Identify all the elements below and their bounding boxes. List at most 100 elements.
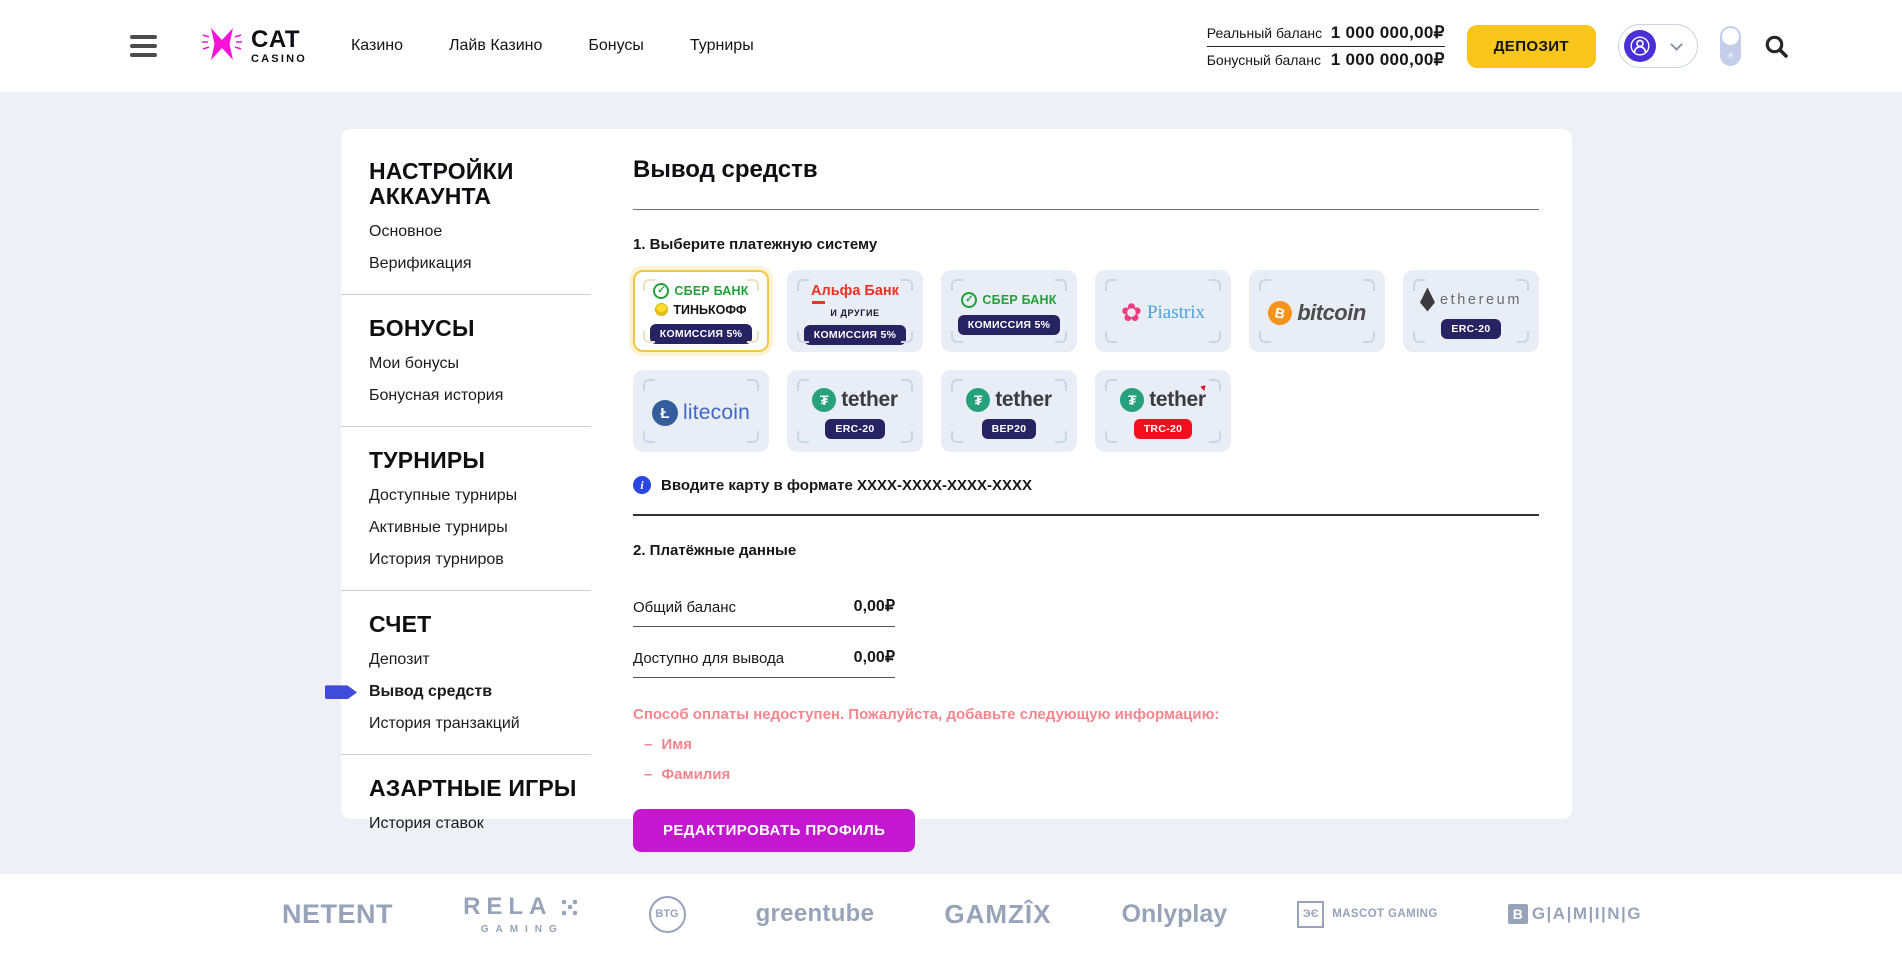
tile-label: ethereum: [1440, 292, 1522, 308]
bitcoin-icon: B: [1266, 299, 1294, 327]
sidebar-section-title-tournaments: ТУРНИРЫ: [369, 448, 591, 473]
bonus-balance-row: Бонусный баланс 1 000 000,00₽: [1207, 47, 1445, 73]
litecoin-icon: Ł: [652, 400, 678, 426]
account-sidebar: НАСТРОЙКИ АККАУНТА Основное Верификация …: [341, 129, 591, 819]
sidebar-item-bonus-history[interactable]: Бонусная история: [369, 386, 503, 405]
ethereum-icon: [1420, 288, 1435, 312]
provider-logo-mascot-gaming: ЭЄ MASCOT GAMING: [1297, 901, 1438, 928]
card-format-note: i Вводите карту в формате XXXX-XXXX-XXXX…: [633, 476, 1539, 494]
sberbank-icon: ✓: [961, 292, 977, 308]
sidebar-divider: [341, 294, 591, 295]
tether-icon: ₮: [1120, 388, 1144, 412]
deposit-button[interactable]: ДЕПОЗИТ: [1467, 25, 1596, 68]
tile-label: tether: [995, 388, 1052, 412]
alfabank-underline-icon: [812, 301, 825, 304]
payment-balances: Общий баланс 0,00₽ Доступно для вывода 0…: [633, 576, 895, 678]
chevron-down-icon: [1670, 38, 1683, 51]
sberbank-icon: ✓: [653, 283, 669, 299]
total-balance-value: 0,00₽: [854, 596, 895, 616]
nav-live-casino[interactable]: Лайв Казино: [449, 37, 542, 55]
divider: [633, 514, 1539, 516]
sidebar-divider: [341, 426, 591, 427]
sidebar-section-title-account: СЧЕТ: [369, 612, 591, 637]
sidebar-item-bet-history[interactable]: История ставок: [369, 814, 484, 833]
logo-title: CAT: [251, 28, 307, 52]
logo-subtitle: CASINO: [251, 54, 307, 65]
payment-tile-litecoin[interactable]: Łlitecoin: [633, 370, 769, 452]
tile-label: litecoin: [683, 401, 750, 425]
toggle-knob: [1722, 28, 1739, 45]
sidebar-item-transaction-history[interactable]: История транзакций: [369, 714, 520, 733]
tether-icon: ₮: [966, 388, 990, 412]
provider-logo-bgaming: B G|A|M|I|N|G: [1508, 904, 1642, 924]
theme-toggle[interactable]: ☀: [1720, 26, 1741, 66]
bgaming-b-icon: B: [1508, 904, 1528, 924]
commission-badge: КОМИССИЯ 5%: [650, 324, 753, 344]
edit-profile-button[interactable]: РЕДАКТИРОВАТЬ ПРОФИЛЬ: [633, 809, 915, 852]
provider-logo-relax-gaming: RELA GAMING: [463, 893, 578, 935]
payment-tile-tether-bep20[interactable]: ₮tether BEP20: [941, 370, 1077, 452]
top-header: CAT CASINO Казино Лайв Казино Бонусы Тур…: [0, 0, 1902, 92]
tile-label: СБЕР БАНК: [674, 284, 748, 298]
tile-label: tether: [1149, 388, 1206, 412]
cat-casino-logo[interactable]: CAT CASINO: [201, 23, 307, 70]
relax-dots-icon: [561, 899, 578, 916]
payment-tile-alfabank[interactable]: Альфа Банк И ДРУГИЕ КОМИССИЯ 5%: [787, 270, 923, 352]
sidebar-section-title-bonuses: БОНУСЫ: [369, 316, 591, 341]
profile-menu[interactable]: [1618, 24, 1698, 68]
payment-tile-tether-erc20[interactable]: ₮tether ERC-20: [787, 370, 923, 452]
missing-field-first-name: –Имя: [644, 736, 1539, 753]
account-card: НАСТРОЙКИ АККАУНТА Основное Верификация …: [341, 129, 1572, 819]
sidebar-item-deposit[interactable]: Депозит: [369, 650, 430, 669]
search-button[interactable]: [1763, 33, 1790, 60]
sidebar-item-my-bonuses[interactable]: Мои бонусы: [369, 354, 459, 373]
sidebar-item-main[interactable]: Основное: [369, 222, 442, 241]
sidebar-section-title-account-settings: НАСТРОЙКИ АККАУНТА: [369, 159, 591, 209]
providers-footer: NETENT RELA GAMING BTG greentube GAMZÎX …: [0, 874, 1902, 954]
payment-tile-ethereum[interactable]: ethereum ERC-20: [1403, 270, 1539, 352]
dash-bullet: –: [644, 736, 652, 753]
payment-tile-sber-tinkoff[interactable]: ✓СБЕР БАНК ТИНЬКОФФ КОМИССИЯ 5%: [633, 270, 769, 352]
nav-tournaments[interactable]: Турниры: [690, 37, 754, 55]
provider-logo-gamzix: GAMZÎX: [944, 899, 1051, 930]
missing-field-last-name: –Фамилия: [644, 766, 1539, 783]
nav-casino[interactable]: Казино: [351, 37, 403, 55]
real-balance-row: Реальный баланс 1 000 000,00₽: [1207, 20, 1445, 46]
bonus-balance-label: Бонусный баланс: [1207, 52, 1321, 68]
provider-logo-greentube: greentube: [756, 900, 875, 928]
divider: [633, 209, 1539, 210]
real-balance-value: 1 000 000,00₽: [1331, 23, 1445, 43]
balance-block: Реальный баланс 1 000 000,00₽ Бонусный б…: [1207, 20, 1445, 73]
sidebar-item-available-tournaments[interactable]: Доступные турниры: [369, 486, 517, 505]
tile-label: Piastrix: [1147, 302, 1205, 324]
info-note-text: Вводите карту в формате XXXX-XXXX-XXXX-X…: [661, 477, 1032, 494]
tinkoff-icon: [655, 303, 668, 316]
provider-logo-netent: NETENT: [282, 899, 393, 930]
hamburger-menu-icon[interactable]: [130, 31, 157, 61]
sidebar-divider: [341, 754, 591, 755]
avatar: [1624, 30, 1656, 62]
sidebar-item-tournament-history[interactable]: История турниров: [369, 550, 504, 569]
network-badge: ERC-20: [825, 419, 884, 439]
payment-tile-tether-trc20[interactable]: ▼ ₮tether TRC-20: [1095, 370, 1231, 452]
payment-tile-piastrix[interactable]: ✿Piastrix: [1095, 270, 1231, 352]
dash-bullet: –: [644, 766, 652, 783]
sidebar-item-active-tournaments[interactable]: Активные турниры: [369, 518, 508, 537]
bonus-balance-value: 1 000 000,00₽: [1331, 50, 1445, 70]
commission-badge: КОМИССИЯ 5%: [804, 325, 907, 345]
available-balance-row: Доступно для вывода 0,00₽: [633, 627, 895, 678]
tron-icon: ▼: [1198, 382, 1209, 394]
person-icon: [1630, 36, 1650, 56]
payment-tile-sberbank[interactable]: ✓СБЕР БАНК КОМИССИЯ 5%: [941, 270, 1077, 352]
sun-icon: ☀: [1720, 51, 1741, 62]
sidebar-item-withdrawal[interactable]: Вывод средств: [369, 682, 492, 701]
payment-tile-bitcoin[interactable]: Bbitcoin: [1249, 270, 1385, 352]
sidebar-item-verification[interactable]: Верификация: [369, 254, 472, 273]
network-badge: TRC-20: [1134, 419, 1193, 439]
step1-label: 1. Выберите платежную систему: [633, 236, 1539, 253]
page-title: Вывод средств: [633, 156, 1539, 184]
nav-bonuses[interactable]: Бонусы: [588, 37, 644, 55]
info-icon: i: [633, 476, 651, 494]
network-badge: ERC-20: [1441, 319, 1500, 339]
available-balance-value: 0,00₽: [854, 647, 895, 667]
